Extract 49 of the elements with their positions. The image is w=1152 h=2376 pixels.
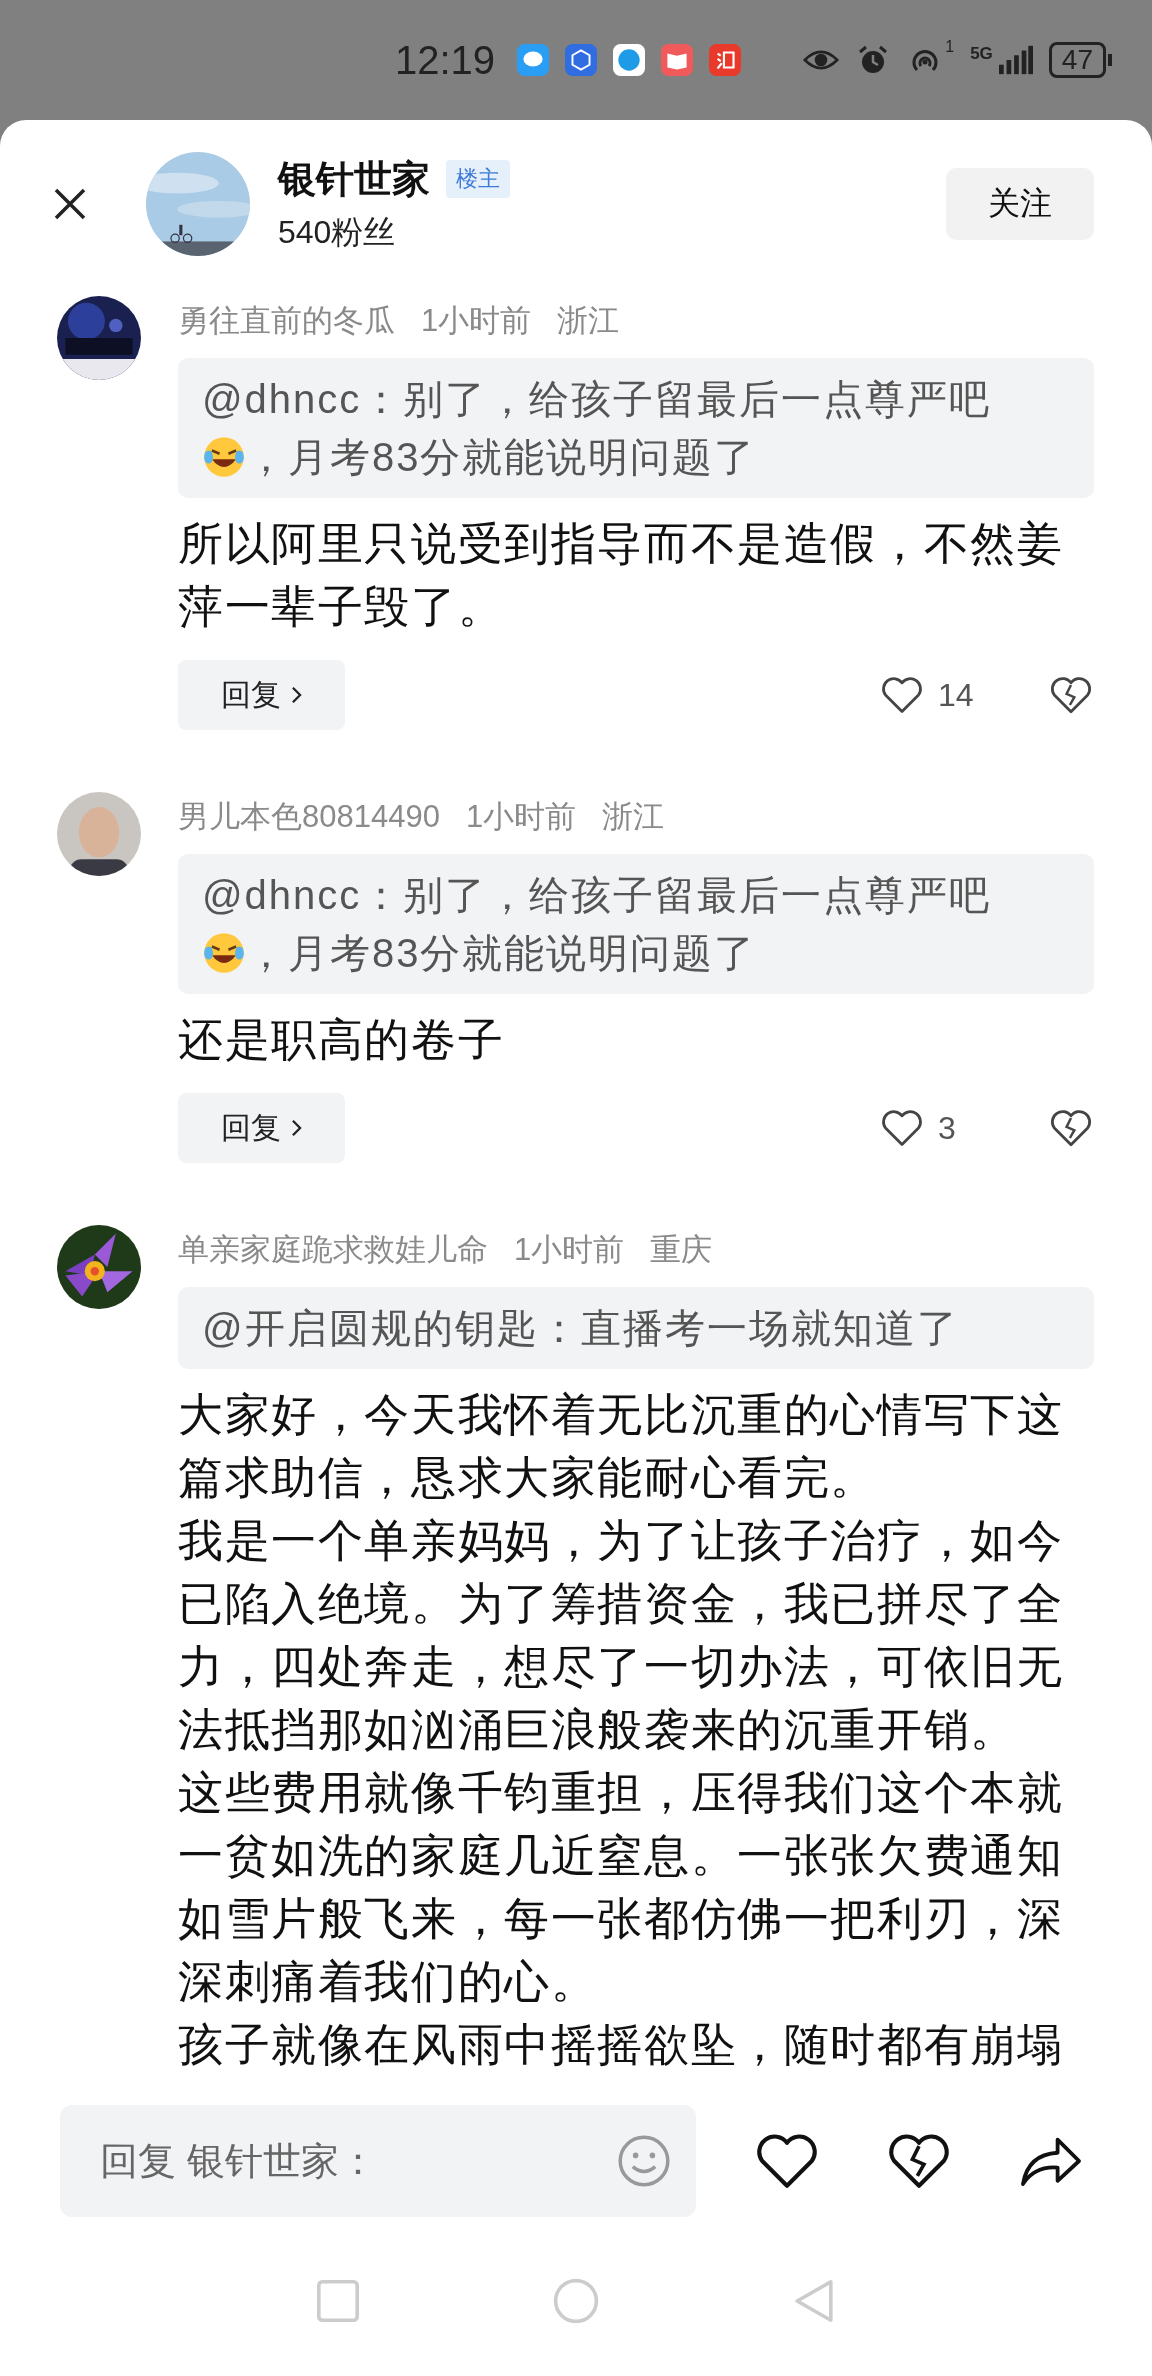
comment-text: 大家好，今天我怀着无比沉重的心情写下这篇求助信，恳求大家能耐心看完。: [178, 1388, 1065, 1505]
commenter-name: 勇往直前的冬瓜: [178, 302, 395, 340]
reply-field[interactable]: 回复 银针世家：: [98, 2138, 616, 2184]
like-count: 14: [938, 676, 975, 714]
comment-text: 孩子就像在风雨中摇摇欲坠，随时都有崩塌: [178, 2018, 1065, 2072]
comment-time: 1小时前: [421, 302, 532, 340]
quote-text: ，月考83分就能说明问题了: [246, 930, 757, 977]
reply-box[interactable]: 回复 银针世家：: [60, 2105, 696, 2217]
quote-text: ，月考83分就能说明问题了: [246, 434, 757, 481]
reply-button[interactable]: 回复: [178, 1093, 345, 1163]
app-icon: [709, 44, 742, 76]
network-label: 5G: [970, 44, 993, 64]
commenter-name: 男儿本色80814490: [178, 798, 440, 836]
heart-icon[interactable]: [880, 1108, 924, 1148]
signal-icon: [998, 45, 1033, 75]
comment-text: 我是一个单亲妈妈，为了让孩子治疗，如今已陷入绝境。为了筹措资金，我已拼尽了全力，四处奔走，想尽了一切办法，可依旧无法抵挡那如汹涌巨浪般袭来的沉重开销。: [178, 1514, 1065, 1757]
follower-count: 540粉丝: [278, 212, 397, 252]
laughing-face-icon: [202, 931, 246, 975]
comment-location: 浙江: [557, 302, 620, 340]
heart-icon[interactable]: [754, 2131, 820, 2191]
quote-text: @dhncc：别了，给孩子留最后一点尊严吧: [202, 872, 992, 919]
quote-text: @dhncc：别了，给孩子留最后一点尊严吧: [202, 376, 992, 423]
battery-level: 47: [1048, 42, 1106, 78]
owner-badge: 楼主: [446, 160, 510, 198]
comment-location: 浙江: [602, 798, 665, 836]
hotspot-count: 1: [945, 38, 955, 56]
commenter-name: 单亲家庭跪求救娃儿命: [178, 1231, 488, 1269]
laughing-face-icon: [202, 435, 246, 479]
author-name: 银针世家: [278, 156, 430, 202]
comment-time: 1小时前: [514, 1231, 625, 1269]
book-icon: [661, 44, 694, 76]
reply-button[interactable]: 回复: [178, 660, 345, 730]
comment-text: 还是职高的卷子: [178, 1013, 506, 1067]
smiley-icon[interactable]: [616, 2133, 672, 2189]
comment-location: 重庆: [650, 1231, 713, 1269]
broken-heart-icon[interactable]: [886, 2131, 952, 2191]
broken-heart-icon[interactable]: [1048, 675, 1094, 715]
quote-text: @开启圆规的钥匙：直播考一场就知道了: [202, 1305, 959, 1352]
comment-text: 所以阿里只说受到指导而不是造假，不然姜萍一辈子毁了。: [178, 517, 1065, 634]
comment-text: 这些费用就像千钧重担，压得我们这个本就一贫如洗的家庭几近窒息。一张张欠费通知如雪片般飞来，每一张都仿佛一把利刃，深深刺痛着我们的心。: [178, 1766, 1065, 2009]
like-count: 3: [938, 1109, 957, 1147]
chevron-right-icon: [291, 1119, 302, 1137]
follow-button[interactable]: 关注: [946, 168, 1094, 240]
chevron-right-icon: [291, 686, 302, 704]
broken-heart-icon[interactable]: [1048, 1108, 1094, 1148]
heart-icon[interactable]: [880, 675, 924, 715]
chat-bubble-icon: [517, 44, 550, 76]
comment-time: 1小时前: [465, 798, 577, 836]
status-time: 12:19: [395, 37, 496, 83]
